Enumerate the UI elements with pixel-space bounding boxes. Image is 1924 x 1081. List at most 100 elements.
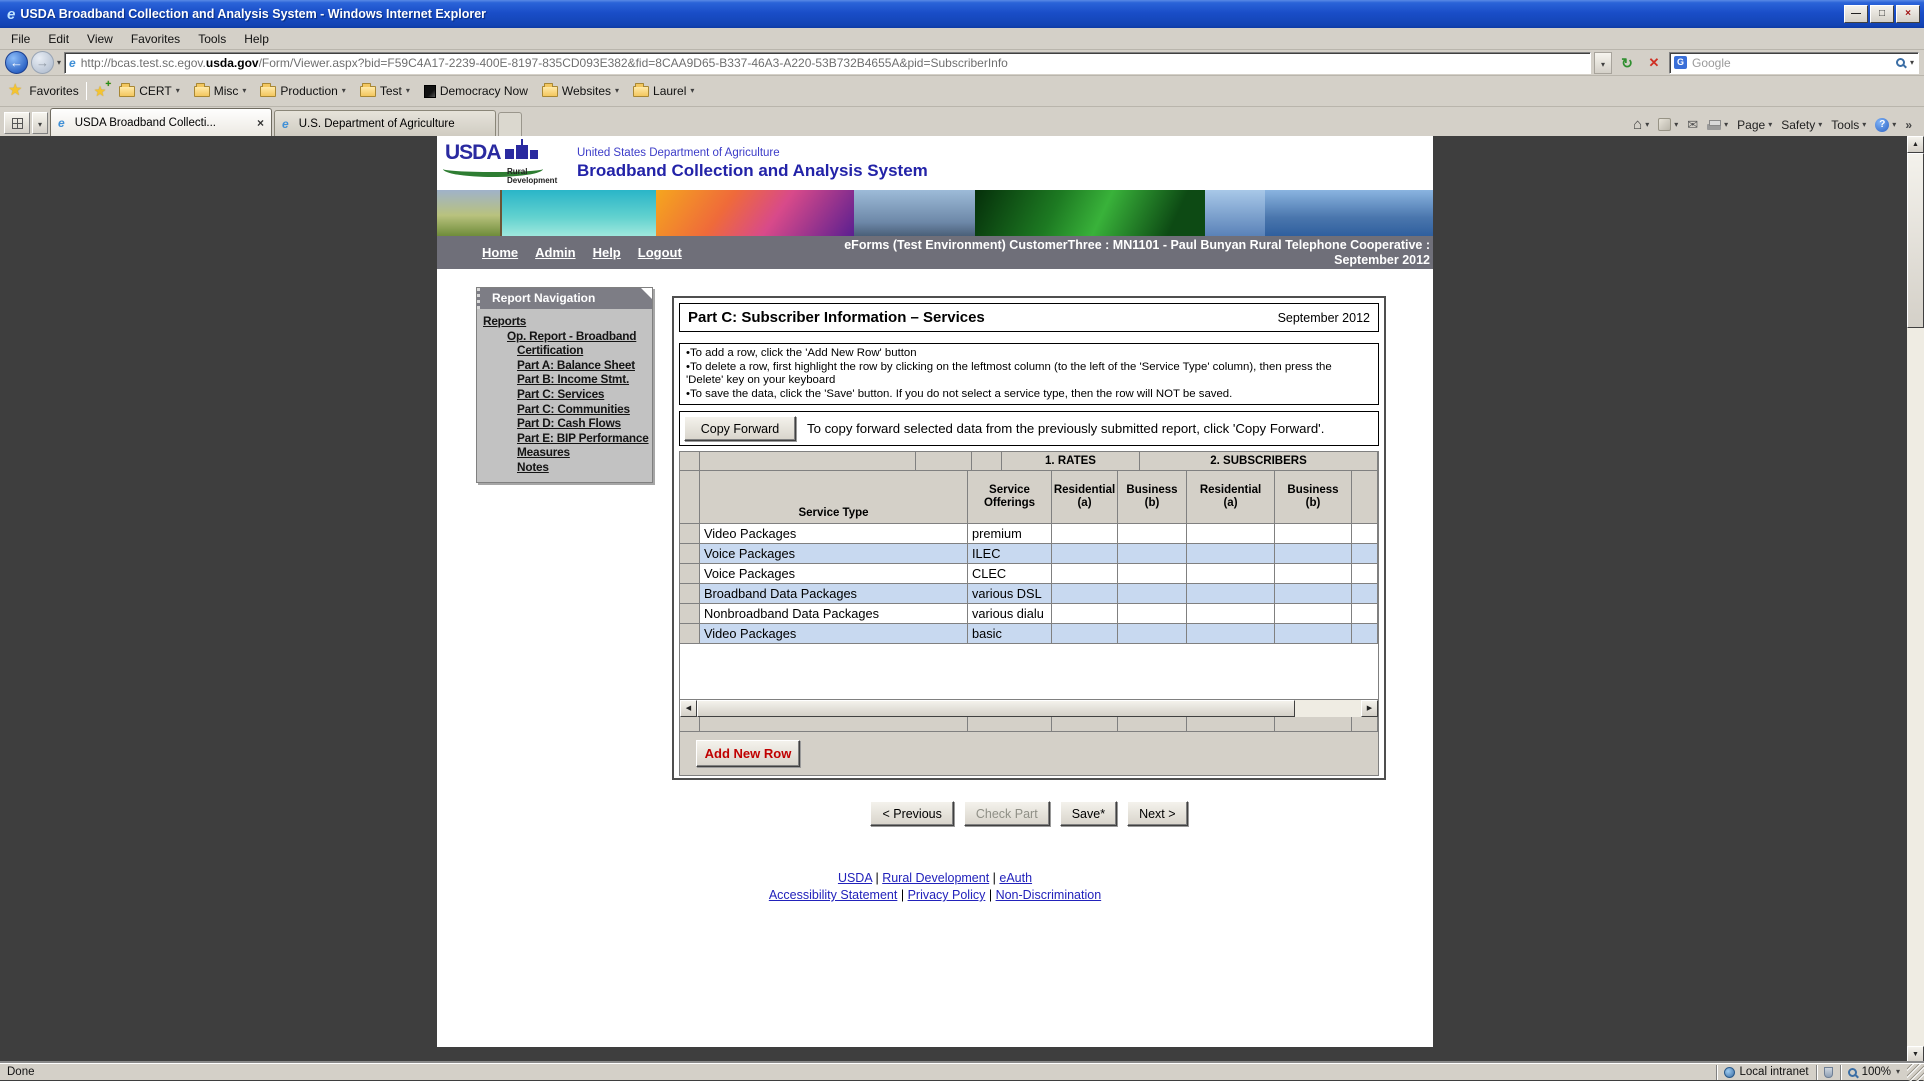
home-button[interactable]: ⌂▾ xyxy=(1633,117,1649,132)
sidebar-item-part-a-balance-sheet[interactable]: Part A: Balance Sheet xyxy=(481,358,650,373)
footer-link-rural-development[interactable]: Rural Development xyxy=(882,871,989,885)
address-input[interactable]: e http://bcas.test.sc.egov.usda.gov/Form… xyxy=(64,52,1591,74)
value-cell[interactable] xyxy=(1187,604,1275,624)
sidebar-item-op-report-broadband[interactable]: Op. Report - Broadband xyxy=(481,329,650,344)
favorites-item-democracy-now[interactable]: Democracy Now xyxy=(420,81,532,101)
service-offerings-cell[interactable]: premium xyxy=(968,524,1052,544)
sidebar-item-part-c-services[interactable]: Part C: Services xyxy=(481,387,650,402)
row-selector-cell[interactable] xyxy=(680,604,700,624)
service-type-cell[interactable]: Nonbroadband Data Packages xyxy=(700,604,968,624)
value-cell[interactable] xyxy=(1352,624,1378,644)
value-cell[interactable] xyxy=(1275,604,1352,624)
nav-link-help[interactable]: Help xyxy=(593,245,621,260)
row-selector-cell[interactable] xyxy=(680,624,700,644)
service-offerings-cell[interactable]: various dialu xyxy=(968,604,1052,624)
value-cell[interactable] xyxy=(1352,604,1378,624)
back-button[interactable]: ← xyxy=(5,51,28,74)
value-cell[interactable] xyxy=(1275,524,1352,544)
sidebar-item-reports[interactable]: Reports xyxy=(481,314,650,329)
scroll-track[interactable] xyxy=(697,700,1361,717)
value-cell[interactable] xyxy=(1352,544,1378,564)
resize-grip[interactable] xyxy=(1907,1064,1924,1081)
page-menu-button[interactable]: Page▾ xyxy=(1737,118,1772,132)
service-type-cell[interactable]: Broadband Data Packages xyxy=(700,584,968,604)
maximize-button[interactable]: □ xyxy=(1870,5,1894,23)
minimize-button[interactable]: — xyxy=(1844,5,1868,23)
favorites-item-websites[interactable]: Websites▾ xyxy=(538,81,623,101)
favorites-item-cert[interactable]: CERT▾ xyxy=(115,81,183,101)
forward-button[interactable]: → xyxy=(31,51,54,74)
value-cell[interactable] xyxy=(1118,584,1187,604)
table-row[interactable]: Nonbroadband Data Packagesvarious dialu xyxy=(680,604,1378,624)
previous-button[interactable]: < Previous xyxy=(870,801,953,826)
next-button[interactable]: Next > xyxy=(1127,801,1187,826)
tab-list-button[interactable]: ▾ xyxy=(32,112,48,134)
footer-link-privacy-policy[interactable]: Privacy Policy xyxy=(908,888,986,902)
value-cell[interactable] xyxy=(1187,544,1275,564)
history-dropdown-icon[interactable]: ▾ xyxy=(57,59,61,67)
horizontal-scrollbar[interactable]: ◀ ▶ xyxy=(680,700,1378,717)
row-selector-cell[interactable] xyxy=(680,524,700,544)
sidebar-item-measures[interactable]: Measures xyxy=(481,445,650,460)
table-row[interactable]: Voice PackagesILEC xyxy=(680,544,1378,564)
row-selector-cell[interactable] xyxy=(680,544,700,564)
tools-menu-button[interactable]: Tools▾ xyxy=(1831,118,1866,132)
value-cell[interactable] xyxy=(1052,624,1118,644)
search-input[interactable]: G Google ▾ xyxy=(1669,52,1919,74)
menu-edit[interactable]: Edit xyxy=(39,29,78,49)
vertical-scroll-thumb[interactable] xyxy=(1907,153,1924,328)
value-cell[interactable] xyxy=(1118,544,1187,564)
safety-menu-button[interactable]: Safety▾ xyxy=(1781,118,1822,132)
sidebar-item-notes[interactable]: Notes xyxy=(481,460,650,475)
scroll-up-button[interactable]: ▲ xyxy=(1907,136,1924,153)
zoom-segment[interactable]: 100% ▾ xyxy=(1840,1065,1907,1080)
menu-file[interactable]: File xyxy=(2,29,39,49)
value-cell[interactable] xyxy=(1118,624,1187,644)
tab-usda-broadband-collecti[interactable]: eUSDA Broadband Collecti...× xyxy=(50,108,272,136)
row-selector-cell[interactable] xyxy=(680,584,700,604)
service-offerings-cell[interactable]: ILEC xyxy=(968,544,1052,564)
scroll-thumb[interactable] xyxy=(697,700,1295,717)
favorites-item-production[interactable]: Production▾ xyxy=(256,81,349,101)
value-cell[interactable] xyxy=(1118,524,1187,544)
add-new-row-button[interactable]: Add New Row xyxy=(696,740,800,767)
footer-link-usda[interactable]: USDA xyxy=(838,871,872,885)
close-button[interactable]: × xyxy=(1896,5,1920,23)
footer-link-eauth[interactable]: eAuth xyxy=(999,871,1032,885)
value-cell[interactable] xyxy=(1275,564,1352,584)
menu-tools[interactable]: Tools xyxy=(189,29,235,49)
value-cell[interactable] xyxy=(1275,584,1352,604)
print-button[interactable]: ▾ xyxy=(1707,119,1728,130)
scroll-down-button[interactable]: ▼ xyxy=(1907,1046,1924,1063)
tab-u-s-department-of-agriculture[interactable]: eU.S. Department of Agriculture xyxy=(274,110,496,136)
value-cell[interactable] xyxy=(1052,584,1118,604)
service-type-cell[interactable]: Voice Packages xyxy=(700,564,968,584)
value-cell[interactable] xyxy=(1052,524,1118,544)
favorites-item-test[interactable]: Test▾ xyxy=(356,81,414,101)
table-row[interactable]: Voice PackagesCLEC xyxy=(680,564,1378,584)
service-type-cell[interactable]: Video Packages xyxy=(700,624,968,644)
quick-tabs-button[interactable] xyxy=(4,112,30,134)
toolbar-overflow-button[interactable]: » xyxy=(1905,118,1912,132)
report-navigation-header[interactable]: Report Navigation xyxy=(477,288,652,309)
favorites-button[interactable]: Favorites xyxy=(29,84,78,98)
menu-help[interactable]: Help xyxy=(235,29,278,49)
search-dropdown-icon[interactable]: ▾ xyxy=(1910,59,1914,67)
menu-favorites[interactable]: Favorites xyxy=(122,29,189,49)
vertical-scrollbar[interactable]: ▲ ▼ xyxy=(1907,136,1924,1063)
table-row[interactable]: Video Packagesbasic xyxy=(680,624,1378,644)
feeds-button[interactable]: ▾ xyxy=(1658,118,1678,131)
nav-link-logout[interactable]: Logout xyxy=(638,245,682,260)
value-cell[interactable] xyxy=(1275,624,1352,644)
value-cell[interactable] xyxy=(1187,524,1275,544)
sidebar-item-part-b-income-stmt[interactable]: Part B: Income Stmt. xyxy=(481,372,650,387)
save-button[interactable]: Save* xyxy=(1060,801,1117,826)
service-offerings-cell[interactable]: various DSL xyxy=(968,584,1052,604)
scroll-left-button[interactable]: ◀ xyxy=(680,700,697,717)
service-type-cell[interactable]: Video Packages xyxy=(700,524,968,544)
service-offerings-cell[interactable]: basic xyxy=(968,624,1052,644)
search-icon[interactable] xyxy=(1896,58,1905,67)
add-favorite-icon[interactable]: ★ xyxy=(94,84,107,98)
footer-link-accessibility-statement[interactable]: Accessibility Statement xyxy=(769,888,898,902)
nav-link-home[interactable]: Home xyxy=(482,245,518,260)
